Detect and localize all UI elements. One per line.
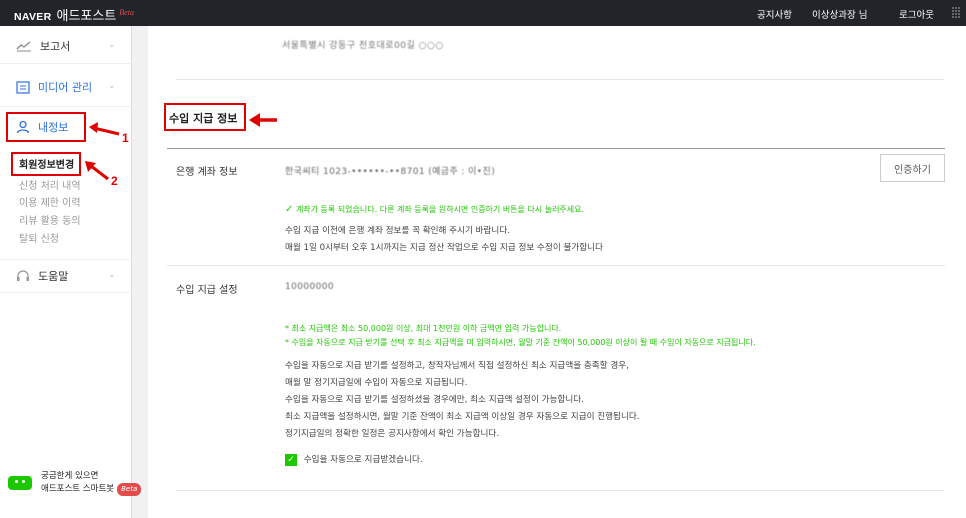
payout-green-note: * 최소 지급액은 최소 50,000원 이상, 최대 1천만원 이하 금액만 … <box>285 324 562 333</box>
beta-tag: Beta <box>119 8 134 17</box>
chevron-down-icon[interactable]: ⌄ <box>108 40 116 50</box>
brand-logo[interactable]: NAVER 애드포스트 Beta <box>14 5 134 24</box>
sidebar-item-media[interactable]: 미디어 관리 <box>16 79 92 95</box>
apps-grid-icon[interactable] <box>952 7 962 19</box>
smartbot-banner[interactable]: 궁금한게 있으면 애드포스트 스마트봇 Beta <box>8 470 142 496</box>
arrow-left-icon <box>89 122 120 136</box>
arrow-up-left-icon <box>85 161 109 181</box>
arrow-left-icon <box>249 113 277 127</box>
sidebar-subitem-withdraw[interactable]: 탈퇴 신청 <box>19 230 59 245</box>
auto-payout-checkbox[interactable]: ✓ <box>285 453 297 466</box>
divider <box>176 79 944 80</box>
sidebar-section-report: 보고서 ⌄ <box>0 26 132 64</box>
auto-payout-label[interactable]: 수입을 자동으로 지급받겠습니다. <box>304 455 423 465</box>
smartbot-line2: 애드포스트 스마트봇 Beta <box>41 483 142 496</box>
sidebar-subitem-review-consent[interactable]: 리뷰 활용 동의 <box>19 212 81 227</box>
sidebar-item-label: 도움말 <box>38 270 69 283</box>
product-name: 애드포스트 <box>56 9 117 24</box>
sidebar-section-help: 도움말 ⌄ <box>0 260 132 293</box>
payout-green-note: * 수입을 자동으로 지급 받기를 선택 후 최소 지급액을 미 입력하시면, … <box>285 338 756 347</box>
report-chart-icon <box>16 41 31 52</box>
divider <box>167 265 945 266</box>
smartbot-text: 궁금한게 있으면 애드포스트 스마트봇 Beta <box>41 470 142 496</box>
sidebar-subitem-restriction-history[interactable]: 이용 제한 이력 <box>19 194 81 209</box>
payout-amount-value: 10000000 <box>285 282 335 292</box>
payout-note: 수입을 자동으로 지급 받기를 설정하고, 창작자님께서 직접 설정하신 최소 … <box>285 361 629 371</box>
highlight-box-myinfo <box>6 112 86 142</box>
logout-link[interactable]: 로그아웃 <box>899 7 934 21</box>
naver-logo: NAVER <box>14 11 52 23</box>
sidebar-item-label: 미디어 관리 <box>38 81 93 94</box>
verify-button[interactable]: 인증하기 <box>880 154 945 182</box>
payout-note: 수입을 자동으로 지급 받기를 설정하셨을 경우에만, 최소 지급액 설정이 가… <box>285 395 584 405</box>
beta-badge: Beta <box>117 483 142 496</box>
media-doc-icon <box>16 80 30 94</box>
section-divider <box>167 148 945 149</box>
payout-note: 매월 말 정기지급일에 수입이 자동으로 지급됩니다. <box>285 378 468 388</box>
chevron-down-icon[interactable]: ⌄ <box>108 81 116 91</box>
payout-note: 정기지급일의 정확한 일정은 공지사항에서 확인 가능합니다. <box>285 429 500 439</box>
bank-confirm-message: ✓ 계좌가 등록 되었습니다. 다른 계좌 등록을 원하시면 인증하기 버튼을 … <box>285 204 584 215</box>
chatbot-icon <box>8 476 32 490</box>
sidebar-subitem-request-history[interactable]: 신청 처리 내역 <box>19 177 81 192</box>
annotation-label-2: 2 <box>111 174 118 188</box>
smartbot-line1: 궁금한게 있으면 <box>41 471 99 481</box>
smartbot-name: 애드포스트 스마트봇 <box>41 484 115 494</box>
address-value: 서울특별시 강동구 천호대로00길 ○○○ <box>282 41 444 51</box>
bank-account-value: 한국씨티 1023-••••••-••8701 (예금주 : 이•진) <box>285 167 496 177</box>
auto-payout-option: ✓ 수입을 자동으로 지급받겠습니다. <box>285 453 423 466</box>
payout-note: 최소 지급액을 설정하시면, 월말 기준 잔액이 최소 지급액 이상일 경우 자… <box>285 412 640 422</box>
sidebar-item-help[interactable]: 도움말 <box>16 268 68 284</box>
headset-icon <box>17 270 29 281</box>
main-panel: 서울특별시 강동구 천호대로00길 ○○○ 수입 지급 정보 은행 계좌 정보 … <box>148 26 966 518</box>
sidebar: 보고서 ⌄ 미디어 관리 ⌄ 내정보 회원정보변경 신청 처리 내역 이용 제한… <box>0 26 132 518</box>
chevron-down-icon[interactable]: ⌄ <box>108 270 116 280</box>
bank-account-label: 은행 계좌 정보 <box>176 167 238 178</box>
annotation-label-1: 1 <box>122 131 129 145</box>
notice-link[interactable]: 공지사항 <box>757 7 792 21</box>
sidebar-item-label: 보고서 <box>40 40 71 53</box>
sidebar-item-report[interactable]: 보고서 <box>16 38 70 54</box>
bank-note: 수입 지급 이전에 은행 계좌 정보를 꼭 확인해 주시기 바랍니다. <box>285 226 510 236</box>
payout-setting-label: 수입 지급 설정 <box>176 285 238 296</box>
sidebar-section-media: 미디어 관리 ⌄ <box>0 64 132 107</box>
highlight-box-section-title <box>164 103 246 131</box>
top-bar: NAVER 애드포스트 Beta 공지사항 이상상과장 님 로그아웃 <box>0 0 966 26</box>
highlight-box-edit-profile <box>11 152 81 176</box>
divider <box>176 490 944 491</box>
bank-confirm-text: 계좌가 등록 되었습니다. 다른 계좌 등록을 원하시면 인증하기 버튼을 다시… <box>295 205 585 214</box>
bank-note: 매월 1일 0시부터 오후 1시까지는 지급 정산 작업으로 수입 지급 정보 … <box>285 243 603 253</box>
check-icon: ✓ <box>285 204 294 215</box>
user-name-link[interactable]: 이상상과장 님 <box>812 7 867 21</box>
